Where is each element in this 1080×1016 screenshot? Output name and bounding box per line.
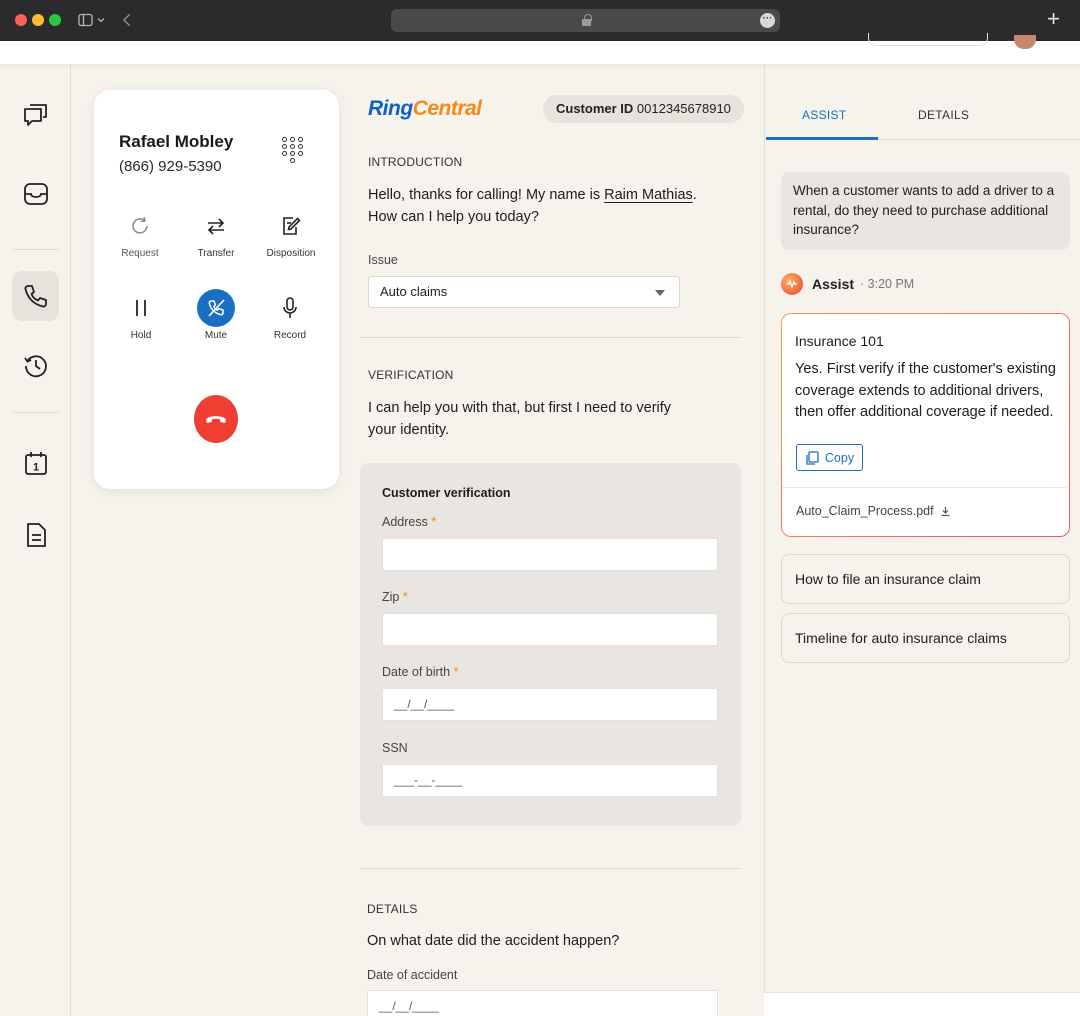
phone-icon	[24, 285, 47, 308]
new-tab-button[interactable]: +	[1047, 8, 1060, 30]
calendar-icon: 1	[24, 452, 47, 475]
details-heading: DETAILS	[367, 902, 418, 916]
attachment-link[interactable]: Auto_Claim_Process.pdf	[796, 504, 951, 518]
nav-messages[interactable]	[12, 89, 59, 139]
pause-icon	[136, 300, 146, 316]
refresh-icon	[132, 216, 148, 234]
address-bar[interactable]: ···	[391, 9, 780, 32]
accident-date-label: Date of accident	[367, 968, 458, 982]
left-nav-rail: 1	[0, 64, 71, 1016]
suggestion-item[interactable]: How to file an insurance claim	[781, 554, 1070, 604]
history-icon	[23, 355, 47, 378]
end-call-button[interactable]	[194, 395, 238, 443]
transfer-icon	[207, 218, 225, 235]
suggestion-item[interactable]: Timeline for auto insurance claims	[781, 613, 1070, 663]
issue-label: Issue	[368, 253, 398, 267]
card-divider	[782, 487, 1068, 488]
transfer-button[interactable]: Transfer	[176, 206, 256, 259]
section-divider	[360, 868, 741, 869]
address-input[interactable]	[382, 538, 718, 571]
issue-select-value: Auto claims	[380, 284, 448, 299]
active-call-card: Rafael Mobley (866) 929-5390 Request Tra…	[94, 90, 339, 489]
answer-body: Yes. First verify if the customer's exis…	[795, 361, 1056, 420]
document-icon	[26, 523, 46, 547]
download-icon[interactable]	[940, 506, 951, 517]
request-button[interactable]: Request	[100, 206, 180, 259]
nav-calendar[interactable]: 1	[12, 438, 59, 488]
assist-logo-icon	[781, 273, 803, 295]
close-window-button[interactable]	[15, 14, 27, 26]
ringcentral-logo: RingCentral	[368, 97, 482, 120]
request-label: Request	[121, 248, 159, 259]
verification-text: I can help you with that, but first I ne…	[368, 400, 672, 438]
customer-id-badge: Customer ID 0012345678910	[543, 95, 744, 123]
hold-label: Hold	[130, 330, 152, 341]
details-question: On what date did the accident happen?	[367, 933, 620, 949]
assist-timestamp: · 3:20 PM	[860, 277, 915, 291]
assist-header: Assist · 3:20 PM	[781, 272, 914, 296]
answer-title: Insurance 101	[795, 333, 884, 349]
nav-history[interactable]	[12, 341, 59, 391]
caller-name: Rafael Mobley	[119, 132, 234, 151]
minimize-window-button[interactable]	[32, 14, 44, 26]
svg-text:1: 1	[32, 462, 38, 474]
verification-heading: VERIFICATION	[368, 368, 454, 382]
disposition-button[interactable]: Disposition	[251, 206, 331, 259]
hangup-icon	[206, 416, 226, 423]
more-icon[interactable]: ···	[760, 13, 775, 28]
copy-label: Copy	[824, 450, 855, 465]
active-tab-indicator	[766, 137, 878, 140]
app-header	[0, 33, 1080, 64]
attachment-filename: Auto_Claim_Process.pdf	[796, 504, 934, 518]
header-search[interactable]	[868, 33, 988, 46]
zip-label: Zip *	[382, 590, 408, 604]
dob-input[interactable]: __/__/____	[382, 688, 718, 721]
chat-bubbles-icon	[23, 104, 47, 126]
record-label: Record	[273, 330, 307, 341]
transfer-label: Transfer	[197, 248, 235, 259]
assist-input-area[interactable]	[764, 992, 1080, 1016]
section-divider	[360, 337, 741, 338]
address-label: Address *	[382, 515, 437, 529]
nav-documents[interactable]	[12, 510, 59, 560]
zip-input[interactable]	[382, 613, 718, 646]
caret-down-icon	[655, 290, 665, 296]
tab-assist[interactable]: ASSIST	[802, 108, 846, 122]
ssn-input[interactable]: ___-__-____	[382, 764, 718, 797]
mute-label: Mute	[204, 330, 228, 341]
nav-divider	[13, 412, 59, 413]
mute-button[interactable]: Mute	[176, 288, 256, 341]
sidebar-toggle-icon[interactable]	[78, 13, 106, 27]
inbox-icon	[23, 183, 48, 205]
accident-date-input[interactable]: __/__/____	[367, 990, 718, 1016]
mute-icon	[208, 299, 225, 317]
nav-divider	[13, 249, 59, 250]
copy-button[interactable]: Copy	[796, 444, 863, 471]
avatar[interactable]	[1014, 35, 1036, 49]
hold-button[interactable]: Hold	[101, 288, 181, 341]
issue-select[interactable]: Auto claims	[368, 276, 680, 308]
copy-icon	[806, 450, 819, 465]
dialpad-icon[interactable]	[282, 137, 306, 163]
assist-answer-card: Insurance 101 Yes. First verify if the c…	[781, 313, 1070, 537]
back-icon[interactable]	[122, 13, 132, 27]
caller-phone: (866) 929-5390	[119, 158, 222, 175]
introduction-text: Hello, thanks for calling! My name is Ra…	[368, 187, 697, 225]
introduction-heading: INTRODUCTION	[368, 155, 463, 169]
verification-box-title: Customer verification	[382, 486, 511, 500]
edit-note-icon	[283, 217, 301, 235]
microphone-icon	[283, 297, 297, 318]
nav-phone[interactable]	[12, 271, 59, 321]
record-button[interactable]: Record	[250, 288, 330, 341]
agent-name: Raim Mathias	[604, 187, 693, 203]
user-question-bubble: When a customer wants to add a driver to…	[781, 172, 1070, 250]
lock-icon	[582, 14, 592, 26]
nav-inbox[interactable]	[12, 169, 59, 219]
assist-name: Assist	[812, 276, 855, 292]
disposition-label: Disposition	[266, 248, 316, 259]
tab-details[interactable]: DETAILS	[918, 108, 969, 122]
maximize-window-button[interactable]	[49, 14, 61, 26]
dob-label: Date of birth *	[382, 665, 459, 679]
ssn-label: SSN	[382, 741, 408, 755]
